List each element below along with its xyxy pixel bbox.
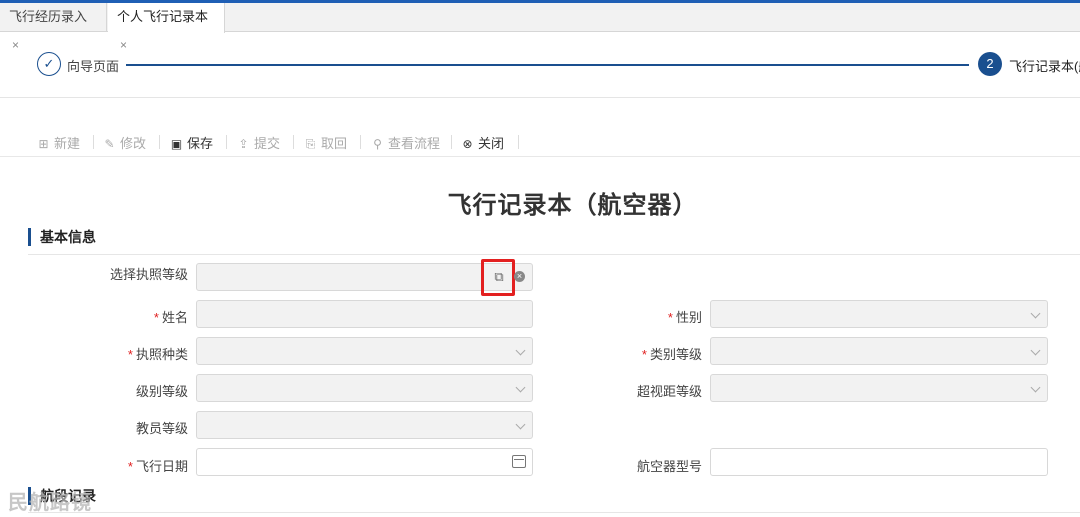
form-title: 飞行记录本（航空器） bbox=[447, 192, 698, 219]
section-divider bbox=[28, 512, 1080, 513]
clear-icon[interactable]: × bbox=[514, 271, 525, 282]
submit-label: 提交 bbox=[254, 136, 281, 151]
chevron-down-icon bbox=[515, 382, 526, 393]
name-input[interactable] bbox=[196, 300, 533, 328]
divider bbox=[293, 135, 294, 149]
new-button[interactable]: ⊞ 新建 bbox=[37, 133, 80, 152]
license-level-label: 选择执照等级 bbox=[109, 267, 188, 282]
license-type-label: * 执照种类 bbox=[127, 347, 188, 362]
save-icon: ▣ bbox=[170, 137, 183, 151]
flow-icon: ⚲ bbox=[373, 137, 382, 151]
action-toolbar: ⊞ 新建 ✎ 修改 ▣ 保存 ⇪ 提交 ⎘ 取回 ⚲ 查看流程 ⊗ 关闭 bbox=[0, 125, 1080, 157]
aircraft-model-input[interactable] bbox=[710, 448, 1048, 476]
save-label: 保存 bbox=[187, 136, 214, 151]
divider bbox=[93, 135, 94, 149]
grade-level-label: 级别等级 bbox=[135, 384, 188, 399]
step-2-number[interactable]: 2 bbox=[978, 52, 1002, 76]
close-button[interactable]: ⊗ 关闭 bbox=[461, 133, 504, 152]
withdraw-icon: ⎘ bbox=[305, 137, 316, 151]
step-1-check-icon[interactable]: ✓ bbox=[37, 52, 61, 76]
divider bbox=[451, 135, 452, 149]
tab-personal-logbook[interactable]: 个人飞行记录本× bbox=[108, 3, 225, 52]
name-label: * 姓名 bbox=[153, 310, 188, 325]
submit-button[interactable]: ⇪ 提交 bbox=[237, 133, 280, 152]
tab-label: 个人飞行记录本 bbox=[117, 9, 209, 24]
withdraw-button[interactable]: ⎘ 取回 bbox=[304, 133, 347, 152]
calendar-icon[interactable] bbox=[512, 455, 526, 468]
highlight-box bbox=[481, 259, 515, 296]
category-level-select[interactable] bbox=[710, 337, 1048, 365]
bvr-level-select[interactable] bbox=[710, 374, 1048, 402]
watermark: 民航路镜 bbox=[8, 492, 92, 514]
wizard-stepper: ✓ 向导页面 2 飞行记录本(航 bbox=[0, 32, 1080, 98]
section-divider bbox=[28, 254, 1080, 255]
chevron-down-icon bbox=[1030, 382, 1041, 393]
tab-bar: 飞行经历录入× 个人飞行记录本× bbox=[0, 3, 1080, 52]
license-type-select[interactable] bbox=[196, 337, 533, 365]
step-1-label[interactable]: 向导页面 bbox=[67, 56, 119, 75]
add-icon: ⊞ bbox=[38, 137, 49, 151]
divider bbox=[518, 135, 519, 149]
bvr-level-label: 超视距等级 bbox=[636, 384, 702, 399]
withdraw-label: 取回 bbox=[321, 136, 348, 151]
new-label: 新建 bbox=[54, 136, 81, 151]
close-circle-icon: ⊗ bbox=[462, 137, 473, 151]
divider bbox=[159, 135, 160, 149]
category-level-label: * 类别等级 bbox=[641, 347, 702, 362]
chevron-down-icon bbox=[1030, 308, 1041, 319]
grade-level-select[interactable] bbox=[196, 374, 533, 402]
step-connector-line bbox=[126, 64, 969, 66]
close-label: 关闭 bbox=[478, 136, 505, 151]
gender-label: * 性别 bbox=[667, 310, 702, 325]
divider bbox=[226, 135, 227, 149]
section-header-basic-info: 基本信息 bbox=[28, 228, 96, 246]
view-flow-button[interactable]: ⚲ 查看流程 bbox=[371, 133, 440, 152]
tab-flight-experience[interactable]: 飞行经历录入× bbox=[0, 3, 107, 52]
flight-date-input[interactable] bbox=[196, 448, 533, 476]
submit-icon: ⇪ bbox=[238, 137, 249, 151]
chevron-down-icon bbox=[515, 345, 526, 356]
chevron-down-icon bbox=[1030, 345, 1041, 356]
tab-label: 飞行经历录入 bbox=[9, 9, 88, 24]
edit-button[interactable]: ✎ 修改 bbox=[103, 133, 146, 152]
instructor-level-label: 教员等级 bbox=[135, 421, 188, 436]
edit-icon: ✎ bbox=[104, 137, 115, 151]
gender-select[interactable] bbox=[710, 300, 1048, 328]
save-button[interactable]: ▣ 保存 bbox=[170, 133, 213, 152]
aircraft-model-label: 航空器型号 bbox=[636, 459, 702, 474]
instructor-level-select[interactable] bbox=[196, 411, 533, 439]
divider bbox=[360, 135, 361, 149]
view-flow-label: 查看流程 bbox=[388, 136, 441, 151]
edit-label: 修改 bbox=[120, 136, 147, 151]
flight-date-label: * 飞行日期 bbox=[127, 459, 188, 474]
step-2-label[interactable]: 飞行记录本(航 bbox=[1009, 56, 1080, 75]
chevron-down-icon bbox=[515, 419, 526, 430]
